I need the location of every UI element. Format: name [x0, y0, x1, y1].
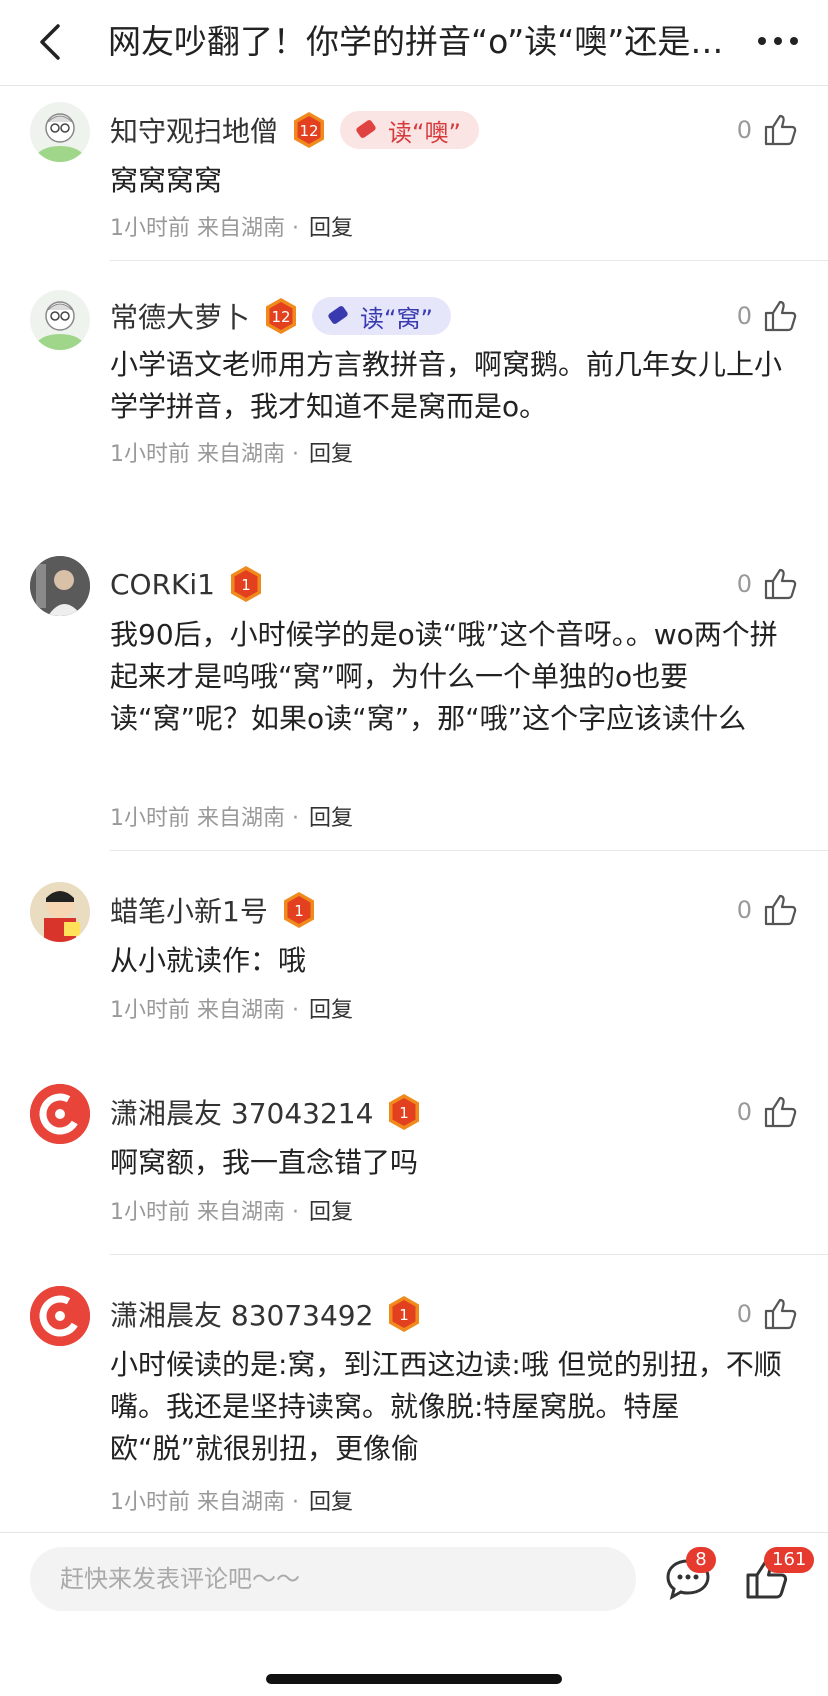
like-button[interactable]: 0: [737, 1294, 798, 1334]
comment-time-location: 1小时前 来自湖南 ·: [110, 1490, 299, 1515]
user-name[interactable]: CORKi1: [110, 568, 215, 601]
home-indicator: [266, 1674, 562, 1684]
reply-button[interactable]: 回复: [309, 1490, 353, 1515]
divider: [110, 1254, 828, 1255]
comment-input-bar: 赶快来发表评论吧～～ 8 161: [0, 1532, 828, 1696]
comment-text: 啊窝额，我一直念错了吗: [110, 1146, 419, 1179]
comment-time-location: 1小时前 来自湖南 ·: [110, 1200, 299, 1225]
thumbs-up-icon: [764, 114, 797, 146]
comment-text: 小时候读的是:窝，到江西这边读:哦 但觉的别扭，不顺嘴。我还是坚持读窝。就像脱:…: [110, 1348, 782, 1465]
reply-button[interactable]: 回复: [309, 216, 353, 241]
like-count: 0: [736, 1300, 752, 1328]
avatar[interactable]: [30, 1084, 90, 1144]
like-count: 0: [736, 896, 752, 924]
article-like-button[interactable]: 161: [738, 1547, 815, 1609]
user-name[interactable]: 潇湘晨友 37043214: [110, 1092, 373, 1132]
level-badge-icon: 1: [389, 1094, 420, 1130]
reply-button[interactable]: 回复: [309, 998, 353, 1023]
level-number: 1: [294, 902, 304, 920]
comments-button[interactable]: 8: [658, 1547, 718, 1609]
thumbs-up-icon: [764, 894, 797, 926]
comment-input[interactable]: 赶快来发表评论吧～～: [30, 1547, 636, 1611]
level-badge-icon: 12: [266, 298, 297, 334]
level-badge-icon: 1: [389, 1296, 420, 1332]
user-name[interactable]: 常德大萝卜: [110, 296, 250, 336]
like-button[interactable]: 0: [737, 890, 798, 930]
vote-tag: 读“噢”: [340, 111, 479, 149]
thumbs-up-icon: [764, 1298, 797, 1330]
level-number: 12: [271, 308, 290, 326]
avatar[interactable]: [30, 556, 90, 616]
avatar[interactable]: [30, 882, 90, 942]
like-button[interactable]: 0: [737, 1092, 798, 1132]
comment-time-location: 1小时前 来自湖南 ·: [110, 998, 299, 1023]
comment-time-location: 1小时前 来自湖南 ·: [110, 442, 299, 467]
comment-time-location: 1小时前 来自湖南 ·: [110, 216, 299, 241]
thumbs-up-icon: [764, 568, 797, 600]
avatar[interactable]: [30, 102, 90, 162]
reply-button[interactable]: 回复: [309, 1200, 353, 1225]
level-number: 1: [400, 1306, 410, 1324]
level-number: 1: [241, 576, 251, 594]
like-button[interactable]: 0: [737, 564, 798, 604]
vote-tag: 读“窝”: [312, 297, 451, 335]
page-title: 网友吵翻了！你学的拼音“o”读“噢”还是…: [108, 22, 724, 61]
comment-meta: 1小时前 来自湖南 · 回复: [110, 1194, 353, 1226]
vote-hand-icon: [328, 306, 348, 324]
comment-text: 我90后，小时候学的是o读“哦”这个音呀。。wo两个拼起来才是呜哦“窝”啊，为什…: [110, 618, 778, 735]
level-badge-icon: 1: [283, 892, 314, 928]
comment-meta: 1小时前 来自湖南 · 回复: [110, 992, 353, 1024]
chevron-left-icon[interactable]: [34, 22, 70, 62]
like-count-badge: 161: [764, 1547, 815, 1573]
thumbs-up-icon: [764, 1096, 797, 1128]
comment-text: 从小就读作：哦: [110, 944, 307, 977]
vote-tag-label: 读“噢”: [388, 118, 461, 147]
comment-count-badge: 8: [686, 1547, 716, 1573]
comment-time-location: 1小时前 来自湖南 ·: [110, 806, 299, 831]
user-name[interactable]: 蜡笔小新1号: [110, 890, 268, 930]
like-count: 0: [736, 1098, 752, 1126]
brand-logo-icon: [30, 1286, 90, 1346]
vote-hand-icon: [356, 120, 376, 138]
user-name[interactable]: 知守观扫地僧: [110, 110, 278, 150]
divider: [110, 850, 828, 851]
divider: [110, 260, 828, 261]
comment-text: 小学语文老师用方言教拼音，啊窝鹅。前几年女儿上小学学拼音，我才知道不是窝而是o。: [110, 348, 783, 423]
level-badge-icon: 1: [231, 566, 261, 602]
reply-button[interactable]: 回复: [309, 442, 353, 467]
comment-meta: 1小时前 来自湖南 · 回复: [110, 436, 353, 468]
level-number: 1: [400, 1104, 410, 1122]
vote-tag-label: 读“窝”: [360, 304, 433, 333]
comment-meta: 1小时前 来自湖南 · 回复: [110, 210, 353, 242]
like-button[interactable]: 0: [737, 110, 798, 150]
avatar[interactable]: [30, 290, 90, 350]
like-count: 0: [736, 570, 752, 598]
level-number: 12: [299, 122, 318, 140]
more-dots-icon[interactable]: [756, 34, 800, 48]
comment-meta: 1小时前 来自湖南 · 回复: [110, 1484, 353, 1516]
thumbs-up-icon: [764, 300, 797, 332]
level-badge-icon: 12: [294, 112, 325, 148]
like-count: 0: [736, 116, 752, 144]
like-button[interactable]: 0: [737, 296, 798, 336]
avatar[interactable]: [30, 1286, 90, 1346]
user-name[interactable]: 潇湘晨友 83073492: [110, 1294, 373, 1334]
like-count: 0: [736, 302, 752, 330]
comment-meta: 1小时前 来自湖南 · 回复: [110, 800, 353, 832]
comment-text: 窝窝窝窝: [110, 164, 223, 197]
reply-button[interactable]: 回复: [309, 806, 353, 831]
brand-logo-icon: [30, 1084, 90, 1144]
top-nav-bar: 网友吵翻了！你学的拼音“o”读“噢”还是…: [0, 0, 828, 86]
